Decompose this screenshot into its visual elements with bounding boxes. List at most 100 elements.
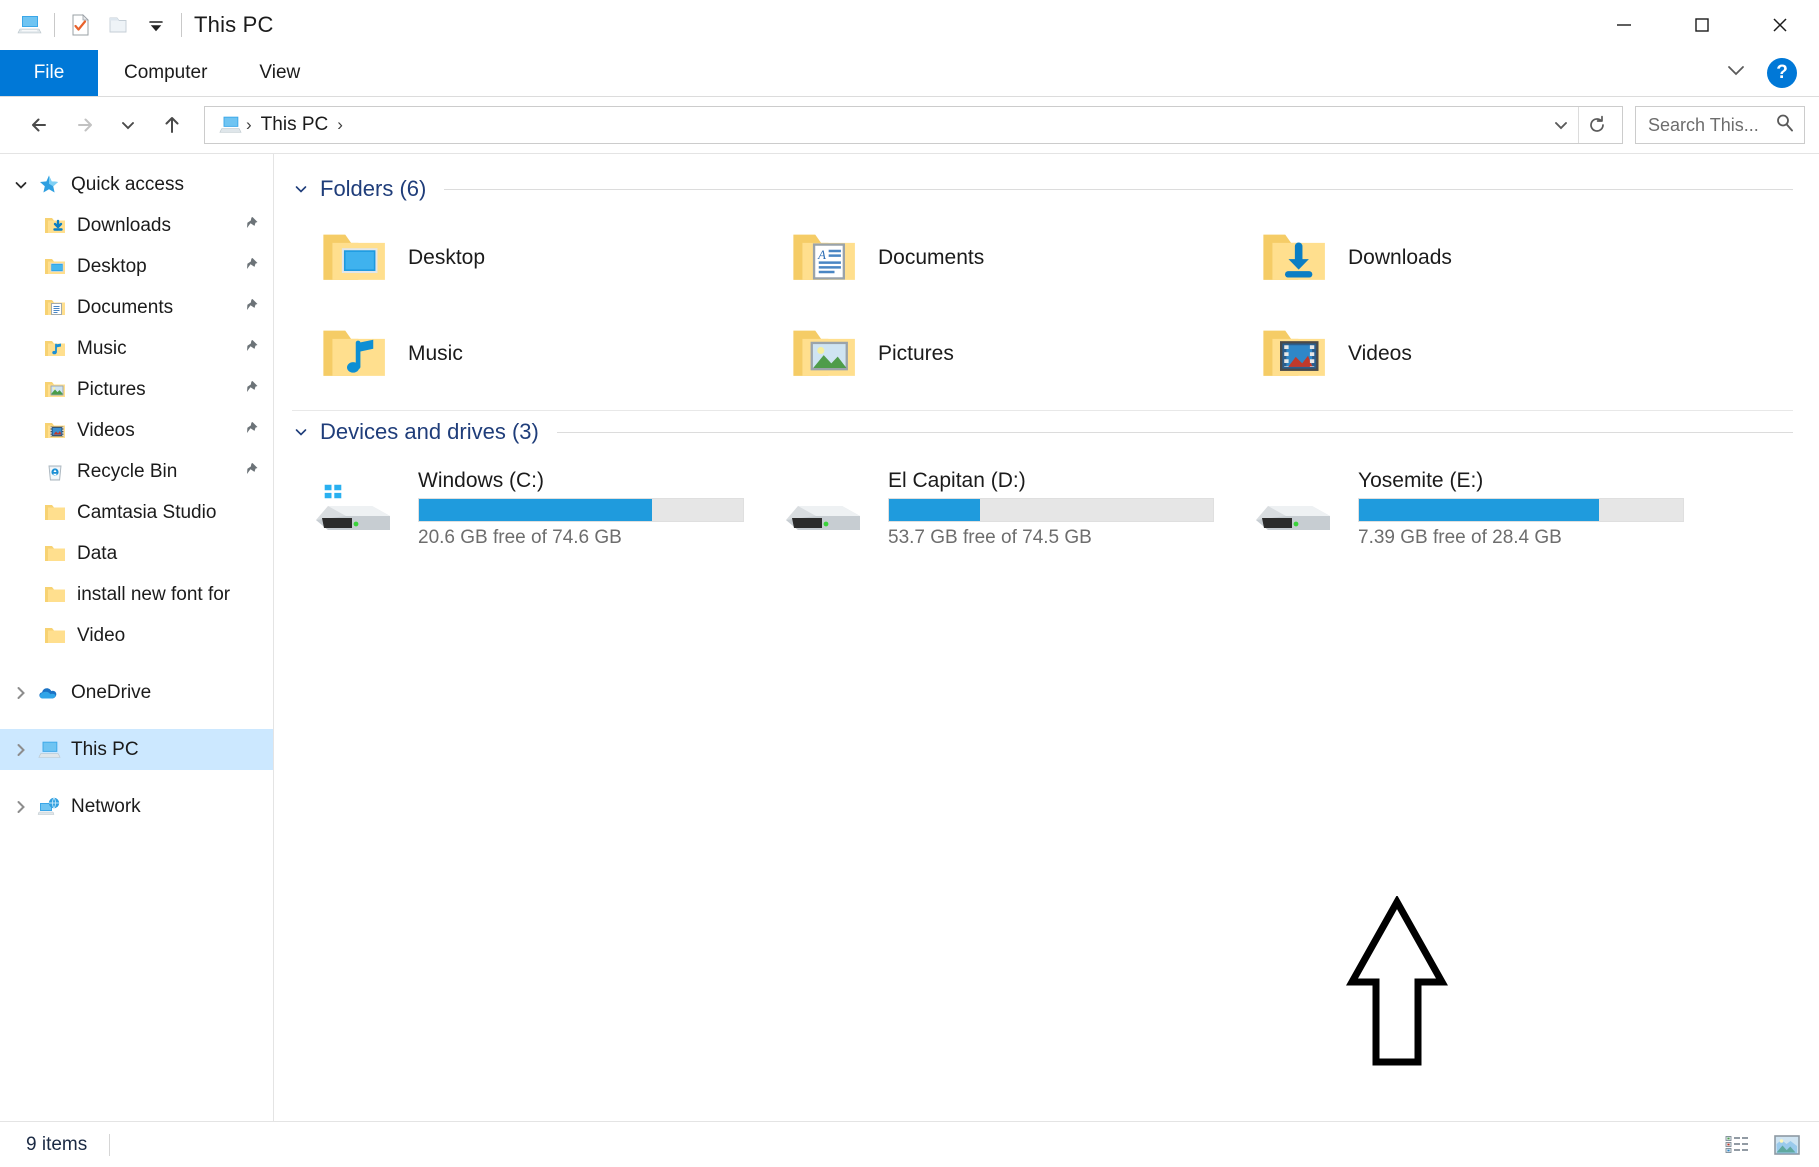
drive-name: Windows (C:)	[418, 469, 545, 492]
drive-usage-bar	[888, 498, 1214, 522]
sidebar-item-pictures[interactable]: Pictures	[0, 369, 273, 410]
drive-info: Windows (C:) 20.6 GB free of 74.6 GB	[418, 469, 748, 549]
group-header-folders[interactable]: Folders (6)	[292, 168, 1819, 210]
sidebar-item-videos[interactable]: Videos	[0, 410, 273, 451]
sidebar-label: Data	[77, 542, 118, 564]
sidebar-item-network[interactable]: Network	[0, 786, 273, 827]
toolbar-separator-2	[181, 13, 182, 37]
minimize-button[interactable]	[1585, 0, 1663, 50]
sidebar-item-music[interactable]: Music	[0, 328, 273, 369]
drive-tile-windows-c[interactable]: Windows (C:) 20.6 GB free of 74.6 GB	[302, 459, 772, 559]
sidebar-label: install new font for	[77, 583, 231, 605]
sidebar-item-desktop[interactable]: Desktop	[0, 246, 273, 287]
maximize-button[interactable]	[1663, 0, 1741, 50]
drive-usage-fill	[419, 499, 653, 521]
chevron-down-icon[interactable]	[292, 424, 310, 440]
sidebar-item-video[interactable]: Video	[0, 615, 273, 656]
tab-file[interactable]: File	[0, 50, 98, 96]
sidebar-item-recycle-bin[interactable]: Recycle Bin	[0, 451, 273, 492]
content-pane[interactable]: Folders (6) Desktop A Documents Download…	[274, 154, 1819, 1121]
pin-icon[interactable]	[243, 379, 259, 400]
sidebar-label: Downloads	[77, 214, 171, 236]
folder-tile-music[interactable]: Music	[302, 306, 772, 402]
navigation-pane[interactable]: Quick access Downloads Desktop Documents…	[0, 154, 274, 1121]
chevron-right-icon[interactable]	[6, 742, 36, 758]
forward-button[interactable]	[62, 103, 106, 147]
sidebar-item-this-pc[interactable]: This PC	[0, 729, 273, 770]
pin-icon[interactable]	[243, 338, 259, 359]
this-pc-icon	[36, 737, 62, 763]
group-title: Folders (6)	[320, 176, 427, 201]
sidebar-label: Quick access	[71, 173, 184, 195]
folder-tile-videos[interactable]: Videos	[1242, 306, 1712, 402]
help-button[interactable]: ?	[1767, 58, 1797, 88]
sidebar-label: Desktop	[77, 255, 147, 277]
drive-usage-bar	[1358, 498, 1684, 522]
ribbon-right-controls: ?	[1723, 50, 1819, 96]
folder-tile-documents[interactable]: A Documents	[772, 210, 1242, 306]
pin-icon[interactable]	[243, 215, 259, 236]
refresh-button[interactable]	[1578, 107, 1614, 143]
sidebar-label: Network	[71, 795, 141, 817]
hard-drive-icon	[778, 474, 874, 544]
sidebar-item-camtasia-studio[interactable]: Camtasia Studio	[0, 492, 273, 533]
breadcrumb-separator-1[interactable]: ›	[334, 115, 346, 135]
search-icon[interactable]	[1774, 112, 1796, 139]
pin-icon[interactable]	[243, 256, 259, 277]
folder-tile-downloads[interactable]: Downloads	[1242, 210, 1712, 306]
chevron-right-icon[interactable]	[6, 685, 36, 701]
folder-downloads-icon	[1256, 220, 1332, 296]
pin-icon[interactable]	[243, 461, 259, 482]
folder-label: Desktop	[408, 246, 486, 269]
group-rule	[556, 431, 1793, 433]
ribbon-collapse-icon[interactable]	[1723, 61, 1749, 86]
breadcrumb-this-pc[interactable]: This PC	[255, 112, 335, 138]
chevron-down-icon[interactable]	[292, 181, 310, 197]
folder-icon	[42, 500, 68, 526]
large-icons-view-icon[interactable]	[1769, 1129, 1805, 1161]
new-folder-icon[interactable]	[99, 6, 137, 44]
recent-locations-button[interactable]	[106, 103, 150, 147]
view-mode-buttons	[1719, 1129, 1805, 1161]
close-button[interactable]	[1741, 0, 1819, 50]
sidebar-label: OneDrive	[71, 681, 152, 703]
drive-usage-bar	[418, 498, 744, 522]
this-pc-icon[interactable]	[10, 6, 48, 44]
drive-tile-yosemite-e[interactable]: Yosemite (E:) 7.39 GB free of 28.4 GB	[1242, 459, 1712, 559]
folder-tile-desktop[interactable]: Desktop	[302, 210, 772, 306]
chevron-down-icon[interactable]	[6, 177, 36, 193]
file-explorer-window: This PC File Computer View ? › This PC ›…	[0, 0, 1819, 1167]
sidebar-item-install-new-font-for[interactable]: install new font for	[0, 574, 273, 615]
back-button[interactable]	[18, 103, 62, 147]
folder-icon	[42, 541, 68, 567]
pin-icon[interactable]	[243, 297, 259, 318]
group-title: Devices and drives (3)	[320, 419, 539, 444]
pin-icon[interactable]	[243, 420, 259, 441]
search-input[interactable]: Search This...	[1635, 106, 1805, 144]
sidebar-item-onedrive[interactable]: OneDrive	[0, 672, 273, 713]
sidebar-gap-1	[0, 656, 273, 672]
properties-icon[interactable]	[61, 6, 99, 44]
chevron-right-icon[interactable]	[6, 799, 36, 815]
customize-dropdown-icon[interactable]	[137, 6, 175, 44]
folder-label: Music	[408, 342, 463, 365]
folder-label: Downloads	[1348, 246, 1452, 269]
details-view-icon[interactable]	[1719, 1129, 1755, 1161]
status-divider	[109, 1133, 111, 1156]
drive-tile-el-capitan-d[interactable]: El Capitan (D:) 53.7 GB free of 74.5 GB	[772, 459, 1242, 559]
sidebar-item-data[interactable]: Data	[0, 533, 273, 574]
sidebar-item-documents[interactable]: Documents	[0, 287, 273, 328]
drive-info: Yosemite (E:) 7.39 GB free of 28.4 GB	[1358, 469, 1688, 549]
tab-computer[interactable]: Computer	[98, 50, 233, 96]
sidebar-item-quick-access[interactable]: Quick access	[0, 164, 273, 205]
up-button[interactable]	[150, 103, 194, 147]
explorer-body: Quick access Downloads Desktop Documents…	[0, 153, 1819, 1121]
title-bar: This PC	[0, 0, 1819, 50]
tab-view[interactable]: View	[233, 50, 326, 96]
sidebar-item-downloads[interactable]: Downloads	[0, 205, 273, 246]
address-dropdown-icon[interactable]	[1544, 107, 1578, 143]
address-input[interactable]: › This PC ›	[204, 106, 1623, 144]
folder-pictures-icon	[786, 316, 862, 392]
folder-tile-pictures[interactable]: Pictures	[772, 306, 1242, 402]
group-header-devices-and-drives[interactable]: Devices and drives (3)	[292, 411, 1819, 453]
